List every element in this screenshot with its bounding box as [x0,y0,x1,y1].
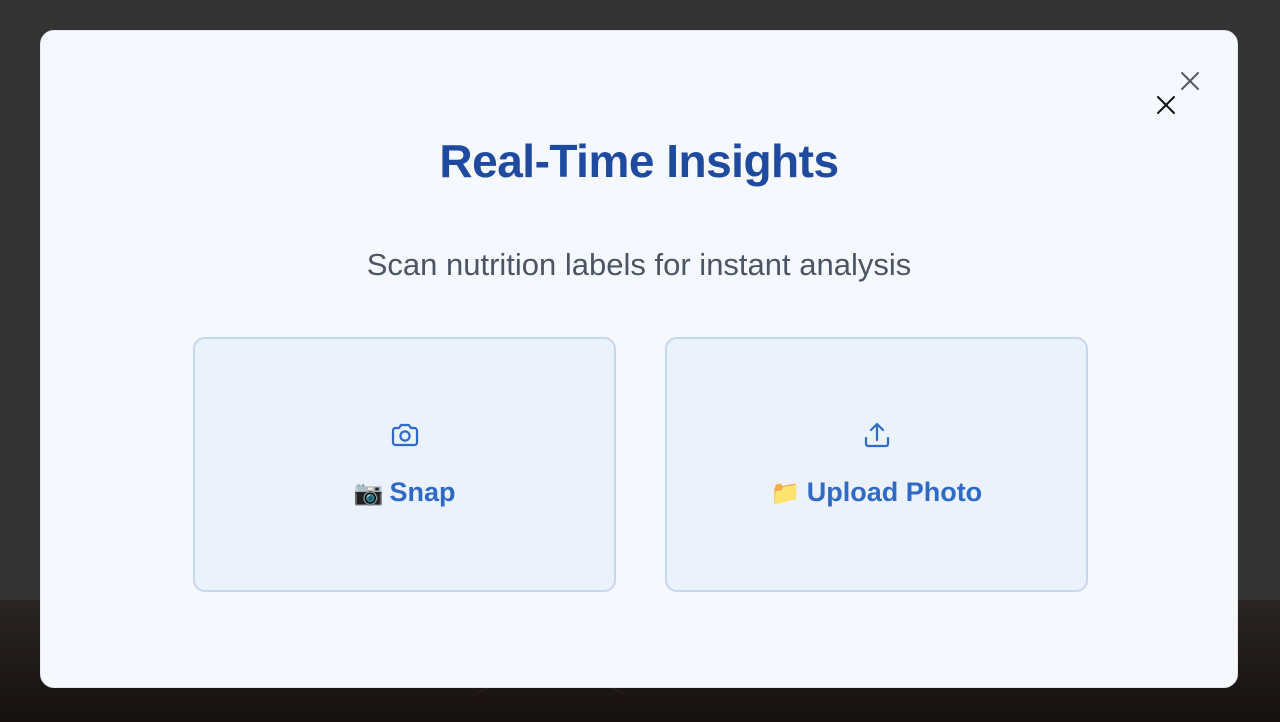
camera-icon [391,423,418,447]
snap-button[interactable]: 📷 Snap [193,337,616,592]
camera-emoji-icon: 📷 [353,480,384,507]
snap-label: 📷 Snap [195,477,614,508]
modal-subtitle: Scan nutrition labels for instant analys… [366,247,912,282]
close-icon [1181,72,1199,90]
folder-emoji-icon: 📁 [770,480,801,507]
upload-photo-label-text: Upload Photo [806,477,983,507]
snap-label-text: Snap [389,477,456,507]
scan-modal: Real-Time Insights Scan nutrition labels… [40,30,1238,688]
modal-title: Real-Time Insights [439,135,839,187]
close-button-secondary[interactable] [1153,92,1179,118]
close-button[interactable] [1177,68,1203,94]
upload-icon [864,422,889,448]
upload-photo-label: 📁 Upload Photo [667,477,1086,508]
close-icon [1157,96,1175,114]
upload-photo-button[interactable]: 📁 Upload Photo [665,337,1088,592]
